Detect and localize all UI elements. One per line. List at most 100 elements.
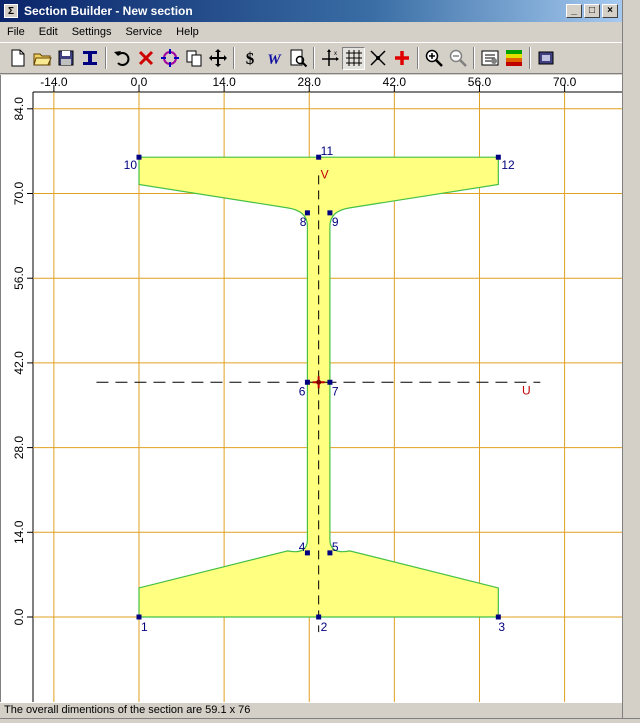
w-icon: W <box>267 52 282 68</box>
minimize-button[interactable]: _ <box>566 4 582 18</box>
options-button[interactable] <box>534 47 557 70</box>
u-axis-label: U <box>522 383 531 397</box>
y-tick-label: 0.0 <box>12 608 26 625</box>
v-axis-label: V <box>321 167 329 181</box>
maximize-button[interactable]: □ <box>584 4 600 18</box>
toolbar-separator <box>417 47 419 69</box>
vertex-label: 3 <box>498 620 505 634</box>
add-point-button[interactable] <box>390 47 413 70</box>
properties-icon <box>481 50 498 66</box>
window-title: Section Builder - New section <box>24 4 193 18</box>
delete-button[interactable] <box>134 47 157 70</box>
toolbar: $ Wx <box>0 42 622 74</box>
toolbar-separator <box>529 47 531 69</box>
drawing-canvas[interactable]: -14.0 0.0 14.0 28.0 42.0 56.0 70.0 84.0 70.0 56.0… <box>0 75 622 702</box>
dollar-icon: $ <box>245 49 254 68</box>
centroid-dot <box>316 379 322 385</box>
copy-button[interactable] <box>182 47 205 70</box>
menu-edit[interactable]: Edit <box>32 26 65 38</box>
zoom-in-icon <box>425 49 443 67</box>
x-tick-label: 28.0 <box>298 75 322 89</box>
dollar-button[interactable]: $ <box>238 47 261 70</box>
section-vertex[interactable] <box>316 614 322 620</box>
vertex-label: 9 <box>332 215 339 229</box>
left-ruler <box>1 75 33 702</box>
color-map-button[interactable] <box>502 47 525 70</box>
vertex-label: 5 <box>332 540 339 554</box>
add-point-icon <box>394 51 409 65</box>
zoom-out-button[interactable] <box>446 47 469 70</box>
move-arrows-icon <box>208 49 227 67</box>
y-tick-label: 42.0 <box>12 351 26 375</box>
y-tick-label: 84.0 <box>12 97 26 121</box>
menu-settings[interactable]: Settings <box>65 26 119 38</box>
save-button[interactable] <box>54 47 77 70</box>
new-file-icon <box>11 49 24 67</box>
open-folder-icon <box>32 53 52 66</box>
delete-icon <box>138 50 153 66</box>
copy-icon <box>186 50 201 67</box>
section-vertex[interactable] <box>136 154 142 160</box>
svg-text:$: $ <box>245 49 254 68</box>
toolbar-separator <box>233 47 235 69</box>
window-edge <box>622 0 640 723</box>
i-beam-section-icon <box>82 51 97 65</box>
grid-button[interactable] <box>342 46 365 70</box>
section-drawing[interactable]: -14.0 0.0 14.0 28.0 42.0 56.0 70.084.070.056.0… <box>1 75 622 702</box>
vertex-label: 7 <box>332 384 339 398</box>
snap-button[interactable] <box>366 47 389 70</box>
close-button[interactable]: × <box>602 4 618 18</box>
app-icon: Σ <box>4 4 18 18</box>
x-tick-label: 42.0 <box>383 75 407 89</box>
task-strip <box>0 718 640 723</box>
vertex-label: 11 <box>321 144 334 158</box>
svg-text:x: x <box>334 51 337 57</box>
preview-icon <box>290 49 307 68</box>
x-tick-label: 56.0 <box>468 75 492 89</box>
preview-button[interactable] <box>286 47 309 70</box>
vertex-label: 8 <box>300 215 307 229</box>
menu-service[interactable]: Service <box>118 26 169 38</box>
vertex-label: 10 <box>124 158 138 172</box>
i-beam-section-button[interactable] <box>78 47 101 70</box>
x-tick-label: -14.0 <box>40 75 68 89</box>
axes-button[interactable]: x <box>318 47 341 70</box>
color-map-icon <box>505 50 522 66</box>
x-tick-label: 14.0 <box>212 75 236 89</box>
title-bar: Σ Section Builder - New section _ □ × <box>0 0 622 22</box>
toolbar-separator <box>105 47 107 69</box>
section-vertex[interactable] <box>304 550 310 556</box>
section-vertex[interactable] <box>495 614 501 620</box>
w-button[interactable]: W <box>262 47 285 70</box>
x-tick-label: 70.0 <box>553 75 577 89</box>
menu-bar: File Edit Settings Service Help <box>0 22 622 41</box>
undo-button[interactable] <box>110 47 133 70</box>
x-tick-label: 0.0 <box>131 75 148 89</box>
undo-icon <box>113 51 129 66</box>
save-icon <box>58 50 73 66</box>
y-tick-label: 70.0 <box>12 181 26 205</box>
menu-help[interactable]: Help <box>169 26 206 38</box>
section-vertex[interactable] <box>136 614 142 620</box>
axes-icon: x <box>321 49 339 66</box>
zoom-out-icon <box>449 49 467 67</box>
section-vertex[interactable] <box>304 379 310 385</box>
y-tick-label: 14.0 <box>12 520 26 544</box>
y-tick-label: 56.0 <box>12 266 26 290</box>
section-vertex[interactable] <box>495 154 501 160</box>
svg-text:W: W <box>267 52 282 68</box>
open-folder-button[interactable] <box>30 47 53 70</box>
properties-button[interactable] <box>478 47 501 70</box>
new-file-button[interactable] <box>6 47 29 70</box>
status-text: The overall dimentions of the section ar… <box>4 704 251 716</box>
vertex-label: 1 <box>141 620 148 634</box>
vertex-label: 6 <box>299 384 306 398</box>
move-arrows-button[interactable] <box>206 47 229 70</box>
y-tick-label: 28.0 <box>12 436 26 460</box>
vertex-label: 4 <box>299 540 306 554</box>
menu-file[interactable]: File <box>0 26 32 38</box>
snap-icon <box>369 50 386 66</box>
zoom-in-button[interactable] <box>422 47 445 70</box>
move-target-button[interactable] <box>158 47 181 70</box>
vertex-label: 2 <box>321 620 328 634</box>
